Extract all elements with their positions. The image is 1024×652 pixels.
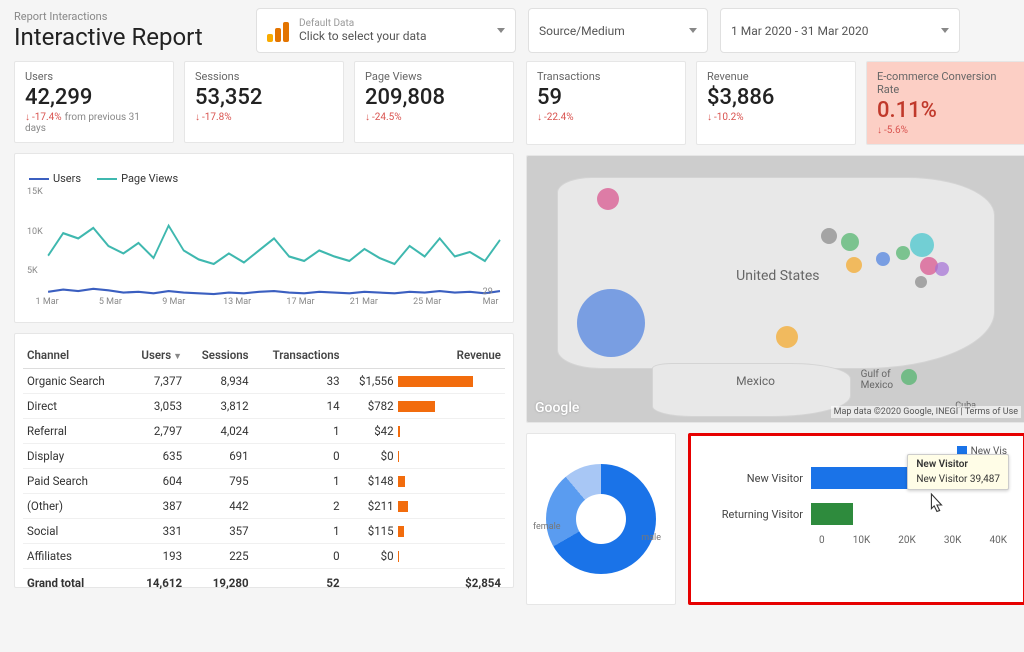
table-row[interactable]: (Other)3874422$211 [23,494,505,519]
tooltip-value: New Visitor 39,487 [916,474,1000,485]
table-row[interactable]: Direct3,0533,81214$782 [23,394,505,419]
channel-table-card: ChannelUsers▼SessionsTransactionsRevenue… [14,333,514,588]
page-title-block: Report Interactions Interactive Report [14,8,244,53]
table-row[interactable]: Organic Search7,3778,93433$1,556 [23,369,505,394]
bar-row: Returning Visitor [701,499,1007,529]
kpi-card[interactable]: Revenue $3,886 ↓-10.2% [696,61,856,145]
kpi-delta: ↓-5.6% [877,125,1015,136]
data-source-label: Default Data [299,18,489,29]
date-range-dropdown[interactable]: 1 Mar 2020 - 31 Mar 2020 [720,8,960,53]
page-subtitle: Report Interactions [14,10,244,23]
page-title: Interactive Report [14,23,244,51]
kpi-value: 53,352 [195,85,333,110]
cursor-pointer-icon [925,492,947,518]
kpi-label: E-commerce Conversion Rate [877,70,1015,96]
table-total-row: Grand total14,61219,28052$2,854 [23,569,505,596]
chevron-down-icon [941,28,949,33]
legend-pageviews: Page Views [121,172,178,185]
table-header[interactable]: Revenue [344,342,505,369]
map-attribution: Map data ©2020 Google, INEGI | Terms of … [831,406,1021,418]
kpi-label: Transactions [537,70,675,83]
map-card[interactable]: United States Mexico Gulf of Mexico Cuba… [526,155,1024,423]
kpi-card[interactable]: Sessions 53,352 ↓-17.8% [184,61,344,143]
kpi-value: 42,299 [25,85,163,110]
legend-swatch [29,178,49,180]
donut-chart [546,464,656,574]
data-source-dropdown[interactable]: Default Data Click to select your data [256,8,516,53]
tooltip-title: New Visitor [916,459,1000,470]
kpi-delta: ↓-10.2% [707,112,845,123]
kpi-value: $3,886 [707,85,845,110]
kpi-card[interactable]: Users 42,299↓-17.4%from previous 31 days [14,61,174,143]
map-gulf-label: Gulf of Mexico [861,369,893,391]
table-row[interactable]: Referral2,7974,0241$42 [23,419,505,444]
kpi-label: Sessions [195,70,333,83]
gender-donut-card[interactable]: female male [526,433,676,605]
kpi-label: Revenue [707,70,845,83]
table-header[interactable]: Sessions [186,342,253,369]
kpi-label: Page Views [365,70,503,83]
table-row[interactable]: Affiliates1932250$0 [23,544,505,569]
channel-table[interactable]: ChannelUsers▼SessionsTransactionsRevenue… [23,342,505,595]
dimension-value: Source/Medium [539,24,681,38]
chevron-down-icon [689,28,697,33]
google-logo: Google [535,400,579,416]
table-header[interactable]: Channel [23,342,127,369]
kpi-label: Users [25,70,163,83]
kpi-value: 59 [537,85,675,110]
kpi-delta: ↓-17.4%from previous 31 days [25,112,163,134]
chevron-down-icon [497,28,505,33]
visitor-bar-card[interactable]: New Vis New VisitorReturning Visitor 010… [688,433,1024,605]
dimension-dropdown[interactable]: Source/Medium [528,8,708,53]
legend-swatch [97,178,117,180]
kpi-value: 209,808 [365,85,503,110]
table-row[interactable]: Paid Search6047951$148 [23,469,505,494]
line-chart-card[interactable]: Users Page Views 15K 10K 5K 1 Mar5 Mar9 … [14,153,514,323]
map-country-label: United States [736,268,819,284]
table-header[interactable]: Users▼ [127,342,186,369]
kpi-card[interactable]: Page Views 209,808 ↓-24.5% [354,61,514,143]
donut-label-male: male [641,533,661,543]
kpi-delta: ↓-24.5% [365,112,503,123]
kpi-card[interactable]: Transactions 59 ↓-22.4% [526,61,686,145]
table-row[interactable]: Social3313571$115 [23,519,505,544]
kpi-row-left: Users 42,299↓-17.4%from previous 31 days S… [14,61,514,143]
legend-users: Users [53,172,81,185]
chart-tooltip: New Visitor New Visitor 39,487 [907,454,1009,490]
kpi-delta: ↓-17.8% [195,112,333,123]
kpi-value: 0.11% [877,98,1015,123]
kpi-card[interactable]: E-commerce Conversion Rate0.11% ↓-5.6% [866,61,1024,145]
map-mexico-label: Mexico [736,374,775,388]
date-range-value: 1 Mar 2020 - 31 Mar 2020 [731,24,933,38]
donut-label-female: female [533,522,561,532]
data-source-sub: Click to select your data [299,29,489,43]
line-chart: 15K 10K 5K 1 Mar5 Mar9 Mar13 Mar17 Mar21… [23,187,505,307]
kpi-delta: ↓-22.4% [537,112,675,123]
table-header[interactable]: Transactions [253,342,344,369]
table-row[interactable]: Display6356910$0 [23,444,505,469]
analytics-icon [267,20,289,42]
kpi-row-right: Transactions 59 ↓-22.4% Revenue $3,886 ↓-10.2… [526,61,1024,145]
